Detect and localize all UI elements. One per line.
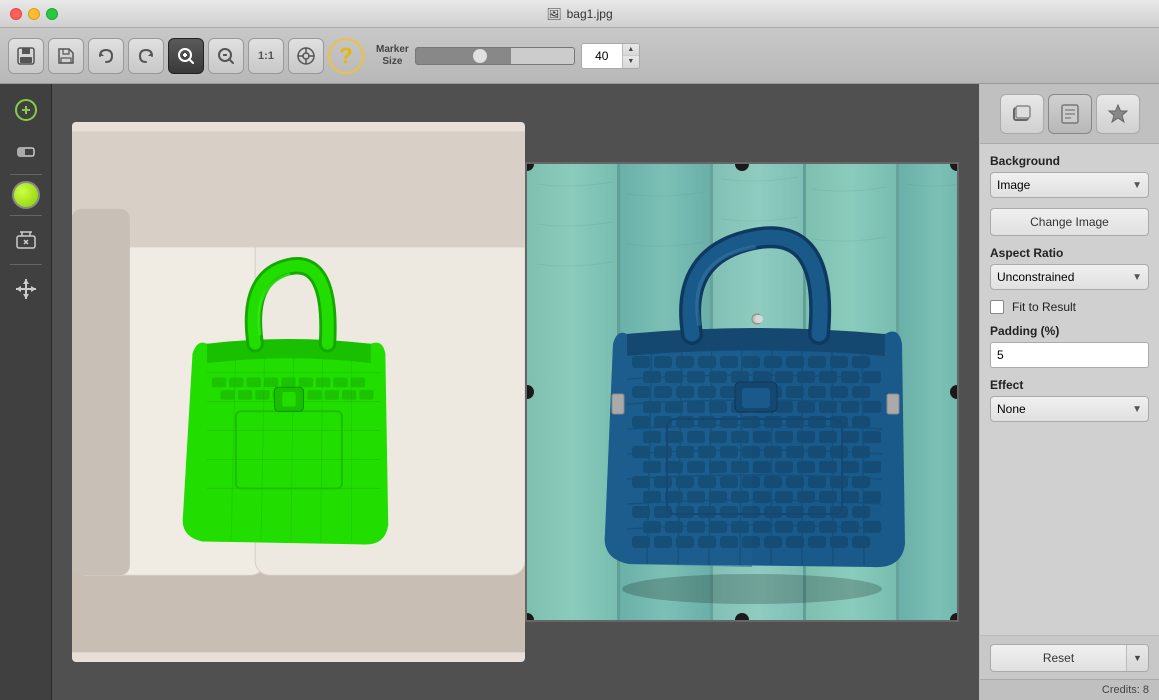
- effect-value: None: [997, 402, 1026, 416]
- background-type-dropdown[interactable]: Image ▼: [990, 172, 1149, 198]
- color-swatch[interactable]: [12, 181, 40, 209]
- effect-arrow: ▼: [1132, 404, 1142, 415]
- aspect-ratio-arrow: ▼: [1132, 272, 1142, 283]
- credits-bar: Credits: 8: [980, 679, 1159, 700]
- right-panel-bottom: Reset ▼: [980, 635, 1159, 679]
- fit-to-result-checkbox[interactable]: [990, 300, 1004, 314]
- marker-size-slider[interactable]: [415, 47, 575, 65]
- reset-dropdown-button[interactable]: ▼: [1126, 645, 1148, 671]
- toolbar: 1:1 ? Marker Size 40 ▲ ▼: [0, 28, 1159, 84]
- aspect-ratio-section: Aspect Ratio Unconstrained ▼: [990, 246, 1149, 290]
- window-title: 🖼 bag1.jpg: [546, 7, 612, 21]
- zoom-fit-button[interactable]: [288, 38, 324, 74]
- help-icon: ?: [339, 43, 352, 69]
- marker-size-group: Marker Size 40 ▲ ▼: [376, 43, 640, 69]
- canvas-area: [52, 84, 979, 700]
- padding-section: Padding (%) 5 ▲ ▼: [990, 324, 1149, 368]
- minimize-button[interactable]: [28, 8, 40, 20]
- redo-button[interactable]: [128, 38, 164, 74]
- aspect-ratio-label: Aspect Ratio: [990, 246, 1149, 260]
- padding-label: Padding (%): [990, 324, 1149, 338]
- background-type-arrow: ▼: [1132, 180, 1142, 191]
- marker-size-label: Marker: [376, 44, 409, 56]
- wood-bg-svg: [527, 164, 957, 620]
- reset-button[interactable]: Reset: [991, 645, 1126, 671]
- help-button[interactable]: ?: [328, 38, 364, 74]
- undo-button[interactable]: [88, 38, 124, 74]
- marker-spinners: ▲ ▼: [622, 44, 639, 68]
- add-tool-button[interactable]: [8, 92, 44, 128]
- tool-separator2: [10, 215, 42, 216]
- handle-bottom-center[interactable]: [735, 613, 749, 622]
- preview-panel: [525, 162, 959, 622]
- zoom-100-label: 1:1: [258, 50, 274, 62]
- erase-tool-button[interactable]: [8, 132, 44, 168]
- background-section: Background Image ▼: [990, 154, 1149, 198]
- padding-input[interactable]: 5: [991, 343, 1149, 367]
- zoom-out-button[interactable]: [208, 38, 244, 74]
- tool-separator3: [10, 264, 42, 265]
- aspect-ratio-dropdown[interactable]: Unconstrained ▼: [990, 264, 1149, 290]
- zoom-100-button[interactable]: 1:1: [248, 38, 284, 74]
- close-button[interactable]: [10, 8, 22, 20]
- marker-size-input[interactable]: 40: [582, 44, 622, 68]
- save-file-button[interactable]: [48, 38, 84, 74]
- background-type-value: Image: [997, 178, 1030, 192]
- effect-section: Effect None ▼: [990, 378, 1149, 422]
- left-tools-panel: [0, 84, 52, 700]
- save-project-button[interactable]: [8, 38, 44, 74]
- preview-background: [527, 164, 957, 620]
- right-panel-tabs: [980, 84, 1159, 144]
- effect-dropdown[interactable]: None ▼: [990, 396, 1149, 422]
- fit-to-result-label: Fit to Result: [1012, 300, 1076, 314]
- preview-border: [525, 162, 959, 622]
- effect-label: Effect: [990, 378, 1149, 392]
- panel-tab-3-button[interactable]: [1096, 94, 1140, 134]
- marker-size-label2: Size: [382, 56, 402, 68]
- change-image-label: Change Image: [1030, 215, 1109, 229]
- background-label: Background: [990, 154, 1149, 168]
- marker-up-button[interactable]: ▲: [623, 44, 639, 56]
- padding-input-group: 5 ▲ ▼: [990, 342, 1149, 368]
- window-controls: [10, 8, 58, 20]
- handle-bottom-right[interactable]: [950, 613, 959, 622]
- main-content: ↓: [0, 84, 1159, 700]
- move-tool-button[interactable]: [8, 271, 44, 307]
- title-icon: 🖼: [546, 7, 561, 21]
- right-panel-content: Background Image ▼ Change Image Aspect R…: [980, 144, 1159, 635]
- fit-to-result-row: Fit to Result: [990, 300, 1149, 314]
- right-panel: ↓: [979, 84, 1159, 700]
- reset-button-group: Reset ▼: [990, 644, 1149, 672]
- aspect-ratio-value: Unconstrained: [997, 270, 1074, 284]
- credits-label: Credits: 8: [1102, 684, 1149, 696]
- original-image-svg: [72, 122, 525, 662]
- handle-middle-right[interactable]: [950, 385, 959, 399]
- maximize-button[interactable]: [46, 8, 58, 20]
- clear-tool-button[interactable]: [8, 222, 44, 258]
- zoom-in-button[interactable]: [168, 38, 204, 74]
- panel-tab-1-button[interactable]: [1000, 94, 1044, 134]
- title-bar: 🖼 bag1.jpg: [0, 0, 1159, 28]
- marker-down-button[interactable]: ▼: [623, 56, 639, 68]
- tool-separator: [10, 174, 42, 175]
- original-image-panel: [72, 122, 525, 662]
- change-image-button[interactable]: Change Image: [990, 208, 1149, 236]
- panel-tab-2-button[interactable]: [1048, 94, 1092, 134]
